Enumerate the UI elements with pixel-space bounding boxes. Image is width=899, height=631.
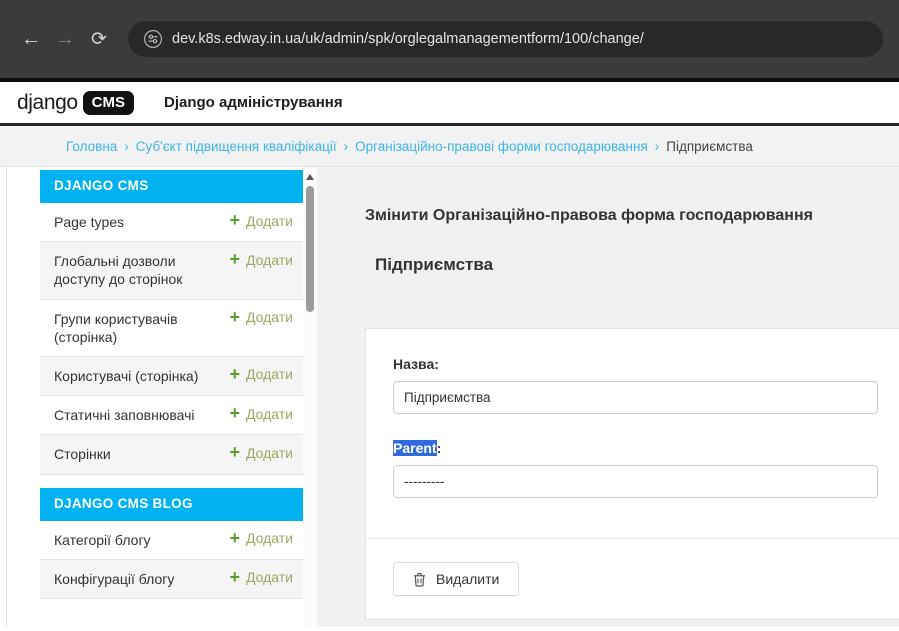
plus-icon: + xyxy=(229,530,240,547)
sidebar-item-link[interactable]: Групи користувачів (сторінка) xyxy=(54,310,204,346)
add-label: Додати xyxy=(246,569,293,585)
sidebar-item-link[interactable]: Конфігурації блогу xyxy=(54,570,174,588)
browser-chrome: ← → ⟳ dev.k8s.edway.in.ua/uk/admin/spk/o… xyxy=(0,0,899,78)
breadcrumb-spk[interactable]: Суб'єкт підвищення кваліфікації xyxy=(136,139,337,154)
breadcrumb: Головна › Суб'єкт підвищення кваліфікаці… xyxy=(0,126,899,167)
add-page-link[interactable]: + Додати xyxy=(229,444,293,461)
change-form-card: Назва: Parent: Видалити xyxy=(365,328,899,620)
add-page-user-link[interactable]: + Додати xyxy=(229,366,293,383)
sidebar-item-blog-categories: Категорії блогу + Додати xyxy=(40,521,303,560)
scroll-up-icon[interactable] xyxy=(306,174,314,180)
content-area: DJANGO CMS Page types + Додати Глобальні… xyxy=(0,167,899,627)
address-bar[interactable]: dev.k8s.edway.in.ua/uk/admin/spk/orglega… xyxy=(128,21,883,57)
sidebar-item-page-types: Page types + Додати xyxy=(40,203,303,242)
delete-button[interactable]: Видалити xyxy=(393,562,519,596)
breadcrumb-separator: › xyxy=(124,139,129,154)
add-label: Додати xyxy=(246,530,293,546)
name-input[interactable] xyxy=(393,381,878,414)
forward-button[interactable]: → xyxy=(48,22,82,56)
trash-icon xyxy=(413,572,426,587)
sidebar-item-link[interactable]: Page types xyxy=(54,213,124,231)
field-parent: Parent: xyxy=(393,440,878,498)
add-page-type-link[interactable]: + Додати xyxy=(229,212,293,229)
add-label: Додати xyxy=(246,366,293,382)
breadcrumb-current: Підприємства xyxy=(666,139,753,154)
django-cms-logo[interactable]: django CMS xyxy=(17,91,134,115)
main-pane: Змінити Організаційно-правова форма госп… xyxy=(317,167,899,627)
plus-icon: + xyxy=(229,366,240,383)
url-text[interactable]: dev.k8s.edway.in.ua/uk/admin/spk/orglega… xyxy=(172,31,644,47)
add-label: Додати xyxy=(246,309,293,325)
plus-icon: + xyxy=(229,251,240,268)
breadcrumb-orglegal-list[interactable]: Організаційно-правові форми господарюван… xyxy=(355,139,648,154)
breadcrumb-separator: › xyxy=(344,139,349,154)
name-label: Назва: xyxy=(393,356,878,372)
add-blog-config-link[interactable]: + Додати xyxy=(229,569,293,586)
sidebar-section-django-cms-blog: DJANGO CMS BLOG Категорії блогу + Додати… xyxy=(40,488,303,599)
back-button[interactable]: ← xyxy=(14,22,48,56)
refresh-button[interactable]: ⟳ xyxy=(82,22,116,56)
sidebar-item-pages: Сторінки + Додати xyxy=(40,435,303,474)
sidebar-scrollbar[interactable] xyxy=(303,167,317,627)
section-header-django-cms-blog: DJANGO CMS BLOG xyxy=(40,488,303,521)
parent-label: Parent: xyxy=(393,440,878,456)
cms-badge: CMS xyxy=(83,91,134,115)
sidebar-item-static-placeholders: Статичні заповнювачі + Додати xyxy=(40,396,303,435)
plus-icon: + xyxy=(229,444,240,461)
add-global-permission-link[interactable]: + Додати xyxy=(229,251,293,268)
plus-icon: + xyxy=(229,309,240,326)
add-label: Додати xyxy=(246,406,293,422)
site-title: Django адміністрування xyxy=(164,94,343,111)
form-footer: Видалити xyxy=(366,538,899,619)
sidebar-item-link[interactable]: Статичні заповнювачі xyxy=(54,406,195,424)
sidebar-item-link[interactable]: Категорії блогу xyxy=(54,531,151,549)
left-gutter xyxy=(0,167,40,627)
sidebar-item-link[interactable]: Сторінки xyxy=(54,445,111,463)
sidebar-section-django-cms: DJANGO CMS Page types + Додати Глобальні… xyxy=(40,170,303,475)
sidebar-item-page-users: Користувачі (сторінка) + Додати xyxy=(40,357,303,396)
page-title: Змінити Організаційно-правова форма госп… xyxy=(365,207,899,225)
add-label: Додати xyxy=(246,213,293,229)
add-static-placeholder-link[interactable]: + Додати xyxy=(229,405,293,422)
add-blog-category-link[interactable]: + Додати xyxy=(229,530,293,547)
add-label: Додати xyxy=(246,445,293,461)
app-sidebar: DJANGO CMS Page types + Додати Глобальні… xyxy=(40,167,303,627)
admin-header: django CMS Django адміністрування xyxy=(0,82,899,126)
breadcrumb-separator: › xyxy=(655,139,660,154)
scrollbar-thumb[interactable] xyxy=(306,186,314,312)
sidebar-item-link[interactable]: Глобальні дозволи доступу до сторінок xyxy=(54,252,204,288)
sidebar-item-page-user-groups: Групи користувачів (сторінка) + Додати xyxy=(40,300,303,357)
section-header-django-cms: DJANGO CMS xyxy=(40,170,303,203)
field-name: Назва: xyxy=(393,356,878,414)
sidebar-item-blog-configs: Конфігурації блогу + Додати xyxy=(40,560,303,599)
add-page-user-group-link[interactable]: + Додати xyxy=(229,309,293,326)
add-label: Додати xyxy=(246,252,293,268)
delete-button-label: Видалити xyxy=(436,571,499,587)
plus-icon: + xyxy=(229,569,240,586)
logo-text: django xyxy=(17,91,78,115)
parent-select[interactable] xyxy=(393,465,878,498)
sidebar-item-global-permissions: Глобальні дозволи доступу до сторінок + … xyxy=(40,242,303,299)
breadcrumb-home[interactable]: Головна xyxy=(66,139,117,154)
object-title: Підприємства xyxy=(375,255,899,275)
parent-label-selected-text: Parent xyxy=(393,440,437,456)
sidebar-item-link[interactable]: Користувачі (сторінка) xyxy=(54,367,198,385)
form-fields: Назва: Parent: xyxy=(366,329,899,538)
site-settings-icon[interactable] xyxy=(144,30,162,48)
plus-icon: + xyxy=(229,212,240,229)
plus-icon: + xyxy=(229,405,240,422)
parent-label-colon: : xyxy=(437,440,442,456)
